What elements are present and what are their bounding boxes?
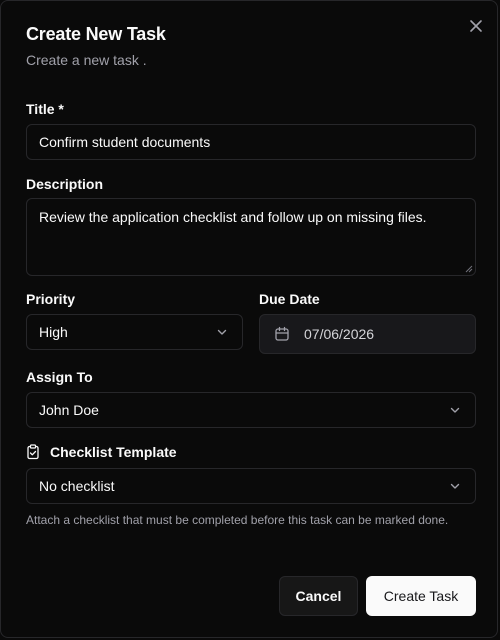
due-date-value: 07/06/2026 bbox=[304, 326, 375, 342]
checklist-template-label: Checklist Template bbox=[50, 444, 177, 460]
close-icon bbox=[470, 20, 482, 32]
assign-to-select[interactable]: John Doe bbox=[26, 392, 476, 428]
checklist-template-select-value: No checklist bbox=[39, 478, 115, 494]
dialog-title: Create New Task bbox=[26, 24, 166, 44]
clipboard-check-icon bbox=[27, 444, 39, 460]
title-input[interactable]: Confirm student documents bbox=[26, 124, 476, 160]
priority-select[interactable]: High bbox=[26, 314, 243, 350]
assign-to-select-value: John Doe bbox=[39, 402, 99, 418]
resize-handle-icon[interactable] bbox=[465, 265, 473, 273]
create-task-dialog: Create New Task Create a new task . Titl… bbox=[0, 0, 498, 638]
dialog-subtitle: Create a new task . bbox=[26, 52, 147, 68]
create-task-button[interactable]: Create Task bbox=[366, 576, 476, 616]
description-textarea[interactable]: Review the application checklist and fol… bbox=[26, 198, 476, 276]
priority-label: Priority bbox=[26, 291, 76, 307]
chevron-down-icon bbox=[447, 402, 463, 418]
chevron-down-icon bbox=[447, 478, 463, 494]
due-date-input[interactable]: 07/06/2026 bbox=[259, 314, 476, 354]
priority-select-value: High bbox=[39, 324, 68, 340]
checklist-template-select[interactable]: No checklist bbox=[26, 468, 476, 504]
close-button[interactable] bbox=[466, 16, 486, 36]
cancel-button[interactable]: Cancel bbox=[279, 576, 358, 616]
title-input-value: Confirm student documents bbox=[39, 134, 211, 150]
title-label: Title * bbox=[26, 101, 64, 117]
description-label: Description bbox=[26, 176, 104, 192]
assign-to-label: Assign To bbox=[26, 369, 93, 385]
description-textarea-value: Review the application checklist and fol… bbox=[39, 209, 427, 225]
due-date-label: Due Date bbox=[259, 291, 320, 307]
chevron-down-icon bbox=[214, 324, 230, 340]
calendar-icon bbox=[275, 326, 289, 341]
checklist-hint: Attach a checklist that must be complete… bbox=[26, 513, 449, 527]
